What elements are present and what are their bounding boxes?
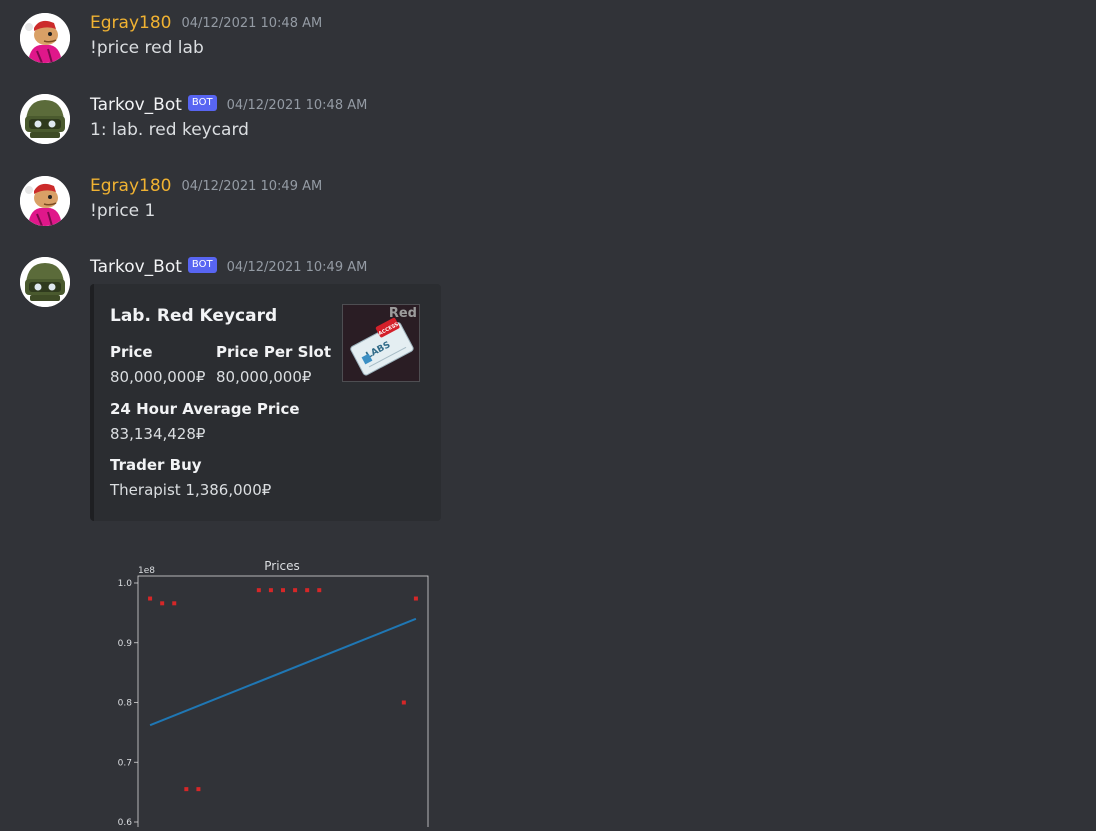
timestamp: 04/12/2021 10:49 AM <box>226 259 368 275</box>
username[interactable]: Egray180 <box>90 176 171 196</box>
username[interactable]: Tarkov_Bot <box>90 95 182 115</box>
y-tick-label: 1.0 <box>118 579 133 589</box>
plot-frame <box>137 575 429 831</box>
price-point <box>148 596 153 601</box>
y-tick-label: 0.6 <box>118 818 133 827</box>
bot-badge: BOT <box>187 257 217 273</box>
field-name-price: Price <box>110 343 153 361</box>
bot-avatar[interactable] <box>20 257 70 307</box>
user-avatar[interactable] <box>20 176 70 226</box>
message-text: 1: lab. red keycard <box>90 120 249 140</box>
field-name-price-per-slot: Price Per Slot <box>216 343 332 361</box>
price-point <box>317 588 322 593</box>
timestamp: 04/12/2021 10:48 AM <box>226 97 368 113</box>
message-header: Tarkov_Bot BOT 04/12/2021 10:48 AM <box>90 94 367 116</box>
field-name-average-price: 24 Hour Average Price <box>110 400 300 418</box>
chart-offset-label: 1e8 <box>138 566 155 576</box>
message: Tarkov_Bot BOT 04/12/2021 10:48 AM 1: la… <box>0 94 1096 154</box>
price-point <box>256 588 261 593</box>
price-point <box>184 787 189 792</box>
price-point <box>293 588 298 593</box>
message-header: Egray180 04/12/2021 10:49 AM <box>90 175 322 197</box>
price-point <box>413 596 418 601</box>
price-chart[interactable]: Prices 1e8 0.6 0.7 0.8 0.9 1.0 <box>90 540 442 831</box>
price-point <box>281 588 285 593</box>
username[interactable]: Egray180 <box>90 13 171 33</box>
embed-title: Lab. Red Keycard <box>110 306 278 326</box>
price-point <box>268 588 273 593</box>
y-tick-label: 0.9 <box>118 639 133 649</box>
price-embed: Lab. Red Keycard Price 80,000,000₽ Price… <box>90 284 441 521</box>
item-thumbnail[interactable]: Red ACCESS LABS <box>342 304 420 382</box>
bot-badge: BOT <box>187 95 217 111</box>
username[interactable]: Tarkov_Bot <box>90 257 182 277</box>
message: Egray180 04/12/2021 10:48 AM !price red … <box>0 12 1096 72</box>
price-point <box>196 787 201 792</box>
timestamp: 04/12/2021 10:48 AM <box>181 15 323 31</box>
message-text: !price red lab <box>90 38 204 58</box>
field-value-trader-buy: Therapist 1,386,000₽ <box>110 481 272 499</box>
trend-line <box>149 617 417 727</box>
price-point <box>401 700 406 705</box>
message: Egray180 04/12/2021 10:49 AM !price 1 <box>0 175 1096 235</box>
field-name-trader-buy: Trader Buy <box>110 456 202 474</box>
bot-avatar[interactable] <box>20 94 70 144</box>
y-tick-label: 0.8 <box>118 699 133 709</box>
message-text: !price 1 <box>90 201 156 221</box>
user-avatar[interactable] <box>20 13 70 63</box>
y-tick-label: 0.7 <box>118 758 132 768</box>
price-point <box>305 588 310 593</box>
message-header: Egray180 04/12/2021 10:48 AM <box>90 12 322 34</box>
field-value-average-price: 83,134,428₽ <box>110 425 206 443</box>
chart-title: Prices <box>264 559 300 573</box>
field-value-price: 80,000,000₽ <box>110 368 206 386</box>
price-point <box>172 601 177 606</box>
message-header: Tarkov_Bot BOT 04/12/2021 10:49 AM <box>90 256 367 278</box>
timestamp: 04/12/2021 10:49 AM <box>181 178 323 194</box>
field-value-price-per-slot: 80,000,000₽ <box>216 368 312 386</box>
price-point <box>160 601 165 606</box>
keycard-icon: ACCESS LABS <box>350 317 414 376</box>
